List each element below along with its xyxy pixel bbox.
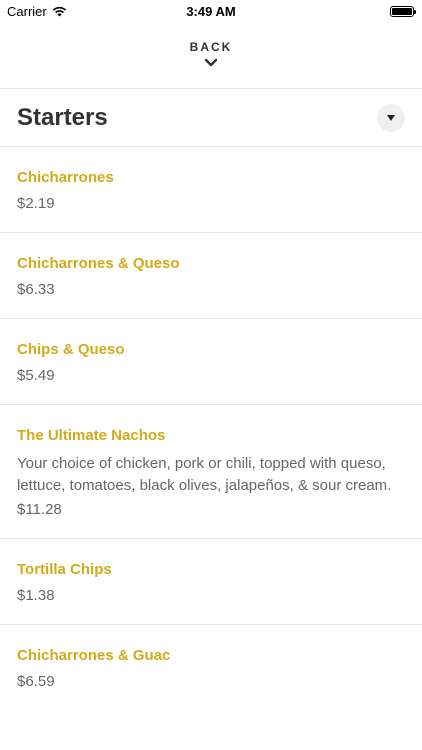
chevron-down-icon: [204, 58, 218, 67]
section-title: Starters: [17, 103, 108, 131]
item-name: Chicharrones: [17, 169, 114, 186]
item-price: $5.49: [17, 367, 55, 384]
menu-item[interactable]: Chicharrones & Guac $6.59: [0, 624, 422, 710]
back-button[interactable]: BACK: [0, 22, 422, 88]
menu-item[interactable]: Chicharrones $2.19: [0, 146, 422, 232]
menu-list: Chicharrones $2.19 Chicharrones & Queso …: [0, 146, 422, 710]
item-price: $1.38: [17, 587, 55, 604]
item-price: $6.59: [17, 673, 55, 690]
menu-item[interactable]: Tortilla Chips $1.38: [0, 538, 422, 624]
section-dropdown-button[interactable]: [377, 103, 405, 132]
caret-down-icon: [387, 114, 395, 121]
item-name: Chicharrones & Queso: [17, 255, 180, 272]
item-name: The Ultimate Nachos: [17, 427, 166, 444]
menu-item[interactable]: Chicharrones & Queso $6.33: [0, 232, 422, 318]
menu-item[interactable]: The Ultimate Nachos Your choice of chick…: [0, 404, 422, 538]
item-name: Chicharrones & Guac: [17, 647, 171, 664]
menu-item[interactable]: Chips & Queso $5.49: [0, 318, 422, 404]
item-name: Tortilla Chips: [17, 561, 112, 578]
item-price: $11.28: [17, 501, 62, 518]
item-name: Chips & Queso: [17, 341, 125, 358]
status-bar: Carrier 3:49 AM: [0, 0, 422, 22]
item-description: Your choice of chicken, pork or chili, t…: [17, 455, 392, 494]
item-price: $2.19: [17, 195, 55, 212]
item-price: $6.33: [17, 281, 55, 298]
battery-icon: [390, 6, 416, 17]
status-time: 3:49 AM: [186, 4, 236, 19]
section-header: Starters: [0, 89, 422, 146]
back-label: BACK: [189, 40, 233, 54]
